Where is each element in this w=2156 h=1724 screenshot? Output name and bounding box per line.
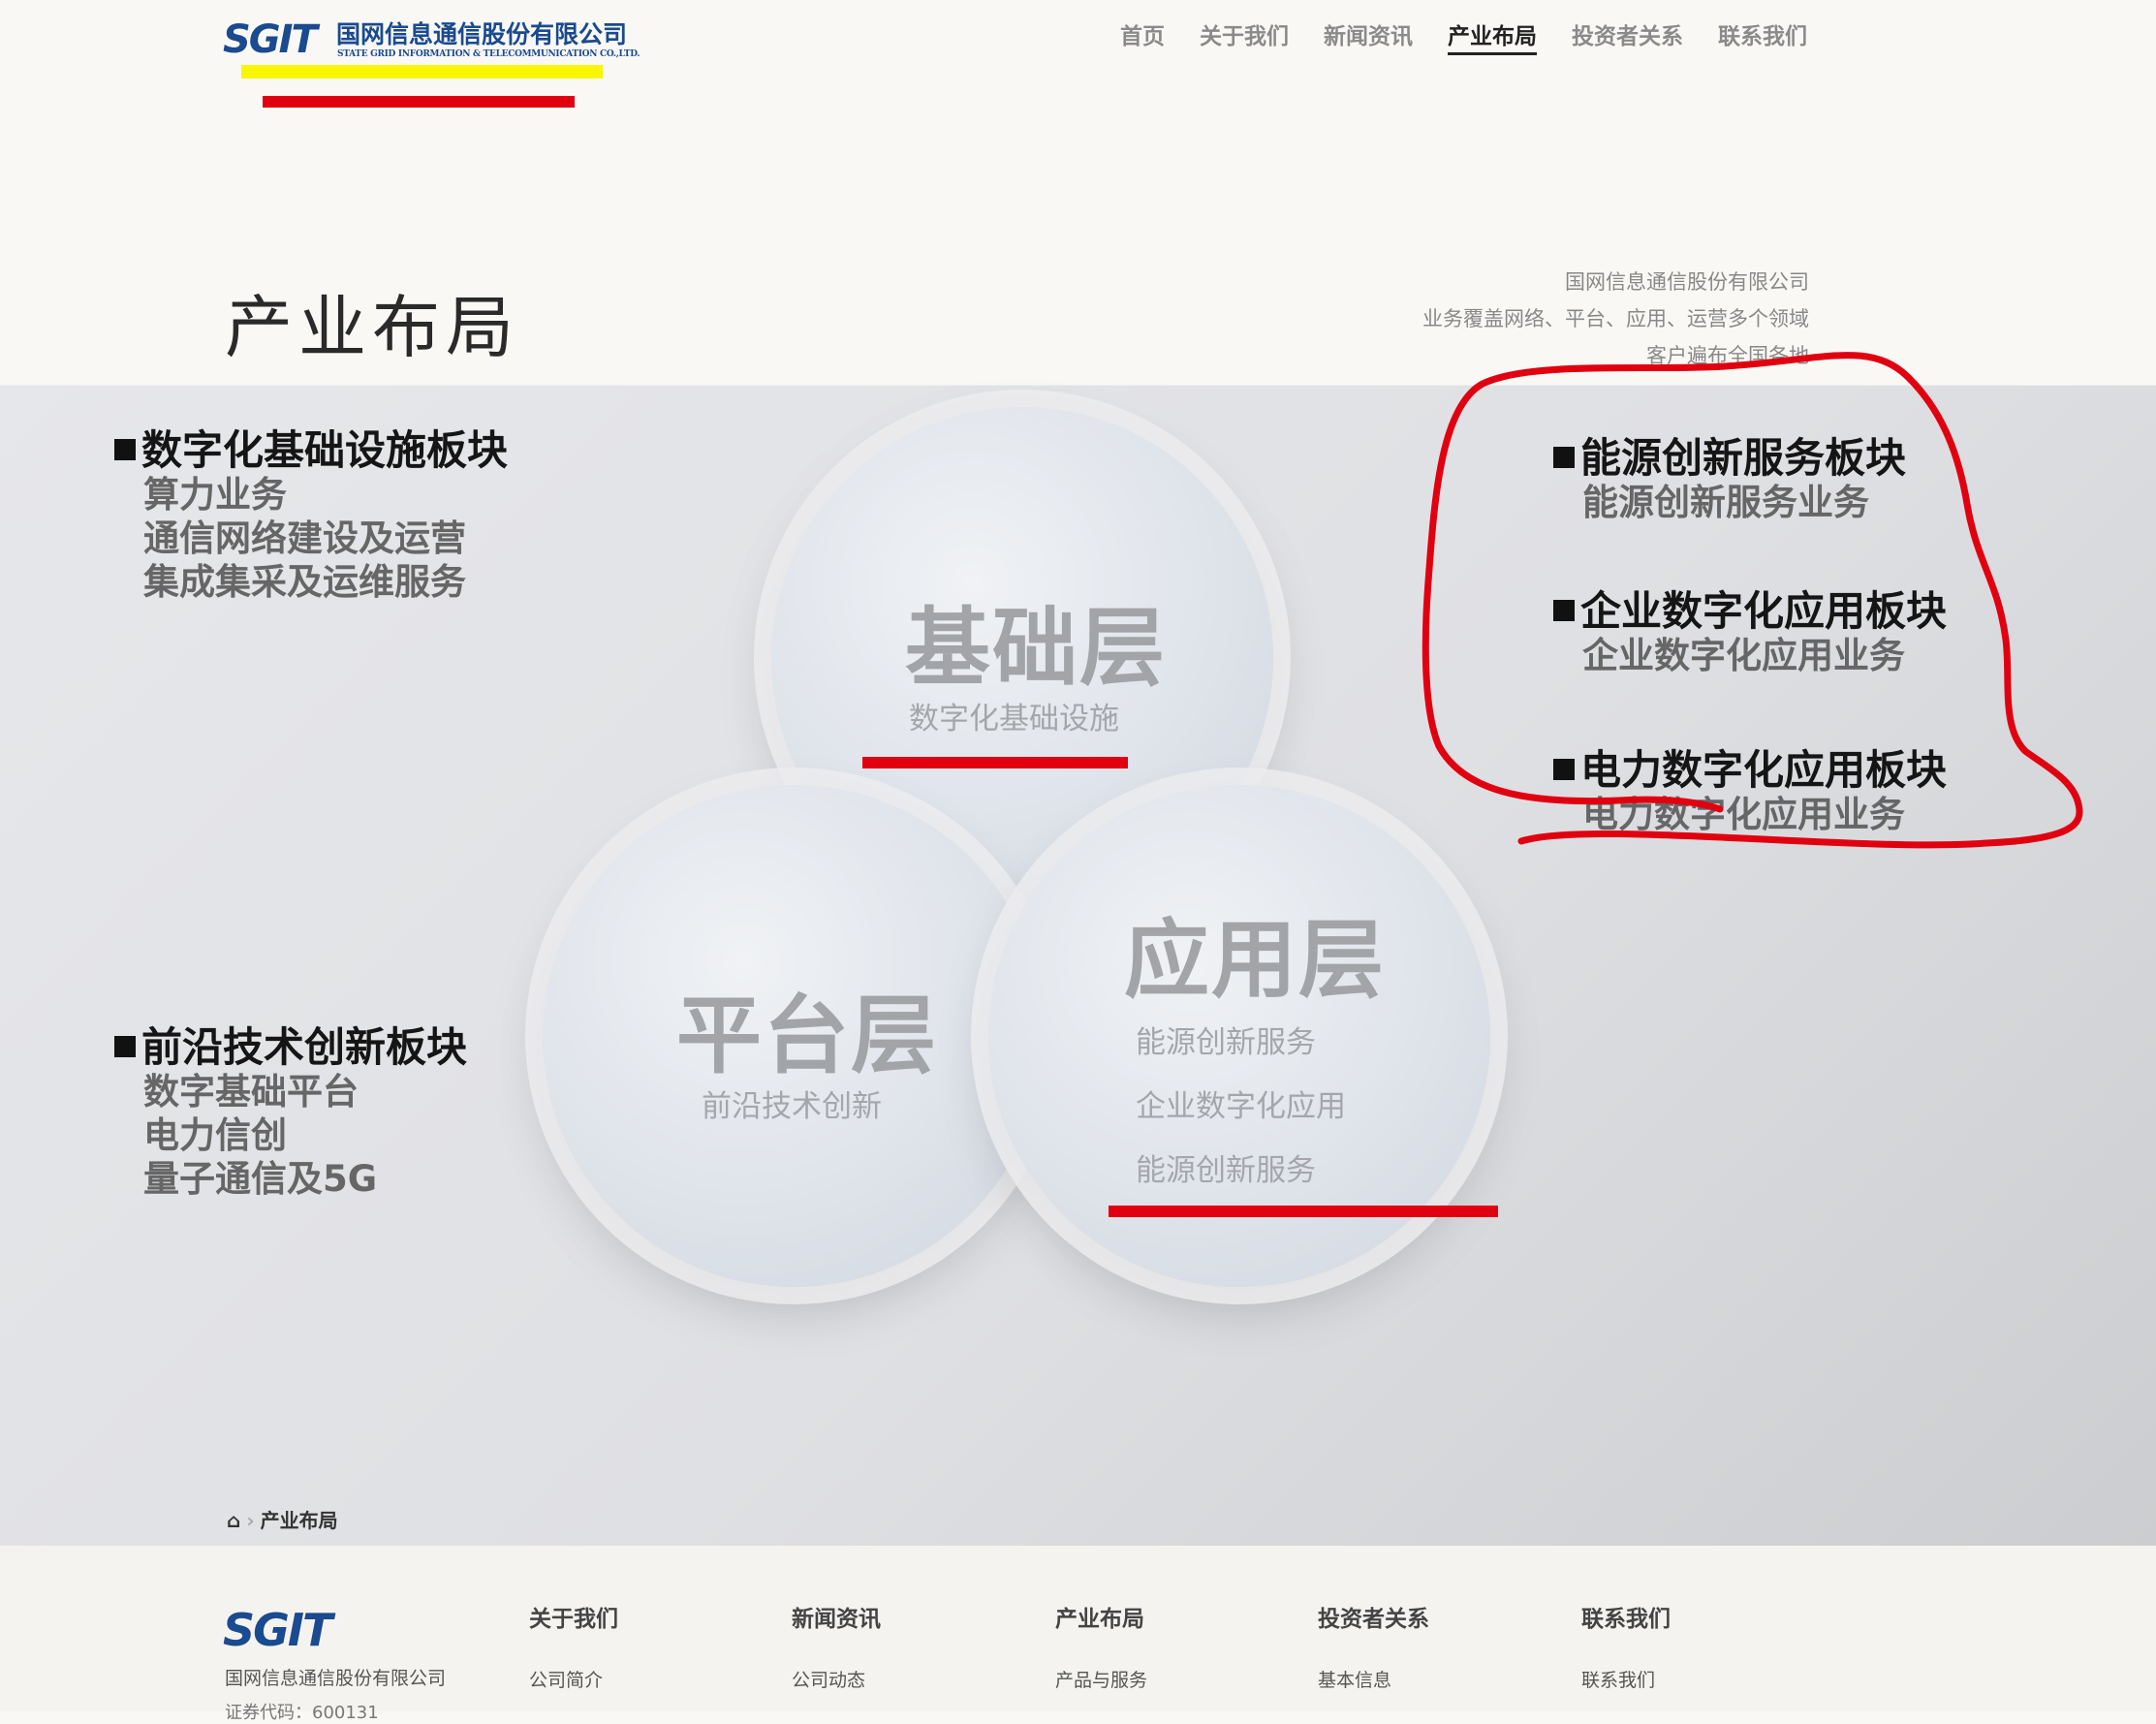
breadcrumb: ⌂ › 产业布局 [227, 1505, 338, 1533]
footer-link[interactable]: 基本信息 [1318, 1666, 1429, 1692]
footer-column-industry: 产业布局 产品与服务 [1055, 1600, 1147, 1692]
site-footer: SGIT 国网信息通信股份有限公司 证券代码：600131 关于我们 公司简介 … [0, 1546, 2156, 1723]
footer-stock-code: 证券代码：600131 [225, 1703, 379, 1723]
footer-column-contact: 联系我们 联系我们 [1581, 1600, 1671, 1692]
footer-logo[interactable]: SGIT [223, 1604, 332, 1656]
breadcrumb-current: 产业布局 [260, 1509, 338, 1532]
footer-column-title[interactable]: 投资者关系 [1318, 1600, 1429, 1633]
footer-logo-mark: SGIT [223, 1604, 332, 1656]
footer-column-title[interactable]: 产业布局 [1055, 1600, 1147, 1633]
footer-column-about: 关于我们 公司简介 [529, 1600, 618, 1692]
footer-column-news: 新闻资讯 公司动态 [792, 1600, 881, 1692]
breadcrumb-separator: › [246, 1509, 255, 1532]
footer-column-title[interactable]: 联系我们 [1581, 1600, 1671, 1633]
footer-link[interactable]: 联系我们 [1581, 1666, 1671, 1692]
annotation-loop [1422, 352, 2083, 849]
footer-link[interactable]: 产品与服务 [1055, 1666, 1147, 1692]
footer-column-title[interactable]: 新闻资讯 [792, 1600, 881, 1633]
footer-company-name: 国网信息通信股份有限公司 [225, 1668, 447, 1689]
footer-column-investor: 投资者关系 基本信息 [1318, 1600, 1429, 1692]
footer-link[interactable]: 公司动态 [792, 1666, 881, 1692]
footer-column-title[interactable]: 关于我们 [529, 1600, 618, 1633]
home-icon[interactable]: ⌂ [227, 1509, 240, 1532]
footer-link[interactable]: 公司简介 [529, 1666, 618, 1692]
